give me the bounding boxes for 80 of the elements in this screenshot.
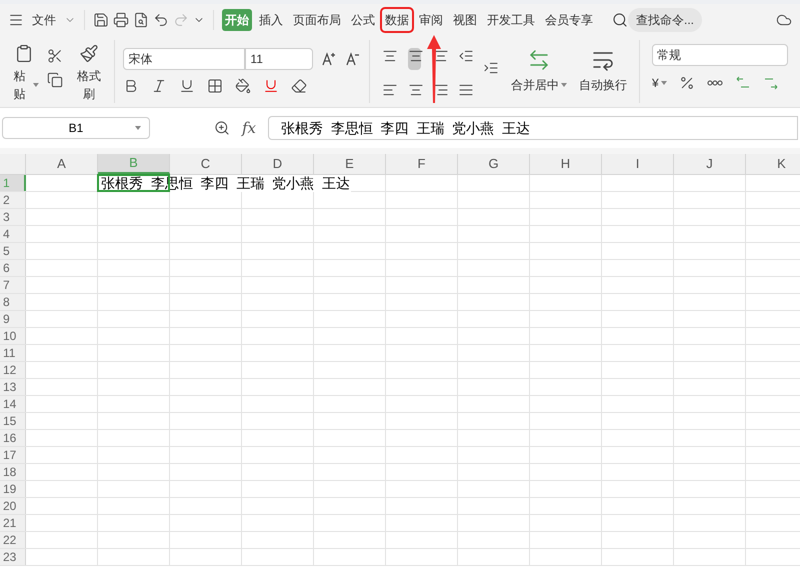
column-header[interactable]: J <box>674 154 746 174</box>
column-header[interactable]: H <box>530 154 602 174</box>
file-menu[interactable]: 文件 <box>28 11 60 29</box>
merge-center-button[interactable]: 合并居中 <box>511 76 559 94</box>
font-color-icon[interactable] <box>263 78 280 94</box>
row-header[interactable]: 15 <box>0 413 26 429</box>
column-header[interactable]: D <box>242 154 314 174</box>
font-size-select[interactable]: 11 <box>245 48 314 70</box>
borders-icon[interactable] <box>207 78 224 94</box>
align-top-icon[interactable] <box>382 48 398 64</box>
caret-icon[interactable] <box>561 83 567 87</box>
thousands-icon <box>706 80 723 86</box>
eraser-icon[interactable] <box>291 78 308 94</box>
column-header[interactable]: K <box>746 154 800 174</box>
caret-icon[interactable] <box>135 126 141 130</box>
row-header[interactable]: 5 <box>0 243 26 259</box>
align-middle-icon[interactable] <box>408 48 424 64</box>
ribbon-tab[interactable]: 会员专享 <box>542 9 596 31</box>
column-header[interactable]: I <box>602 154 674 174</box>
font-select[interactable]: 宋体 <box>123 48 246 70</box>
ribbon-tab[interactable]: 审阅 <box>416 9 446 31</box>
column-header[interactable]: E <box>314 154 386 174</box>
copy-icon[interactable] <box>47 72 64 88</box>
row-header[interactable]: 18 <box>0 464 26 480</box>
fx-label: fx <box>242 118 256 139</box>
ribbon-tab[interactable]: 插入 <box>256 9 286 31</box>
formula-field[interactable]: 张根秀 李思恒 李四 王瑞 党小燕 王达 <box>268 116 798 140</box>
caret-icon[interactable] <box>660 81 667 85</box>
row-header[interactable]: 12 <box>0 362 26 378</box>
row-header[interactable]: 4 <box>0 226 26 242</box>
ribbon-tab[interactable]: 开发工具 <box>484 9 538 31</box>
number-format-select[interactable]: 常规 <box>652 44 788 66</box>
format-painter-button[interactable]: 格式刷 <box>71 67 106 103</box>
column-header[interactable]: F <box>386 154 458 174</box>
row-header[interactable]: 3 <box>0 209 26 225</box>
cut-icon[interactable] <box>47 48 64 64</box>
search-icon[interactable] <box>612 12 628 28</box>
indent-decrease-icon[interactable] <box>458 48 474 64</box>
annotation-arrow <box>427 35 441 103</box>
column-header[interactable]: C <box>170 154 242 174</box>
row-header[interactable]: 19 <box>0 481 26 497</box>
search-field[interactable]: 查找命令... <box>628 8 702 32</box>
increase-font-icon <box>321 51 338 67</box>
row-header[interactable]: 10 <box>0 328 26 344</box>
ribbon-tab[interactable]: 公式 <box>348 9 378 31</box>
row-header[interactable]: 14 <box>0 396 26 412</box>
zoom-icon[interactable] <box>214 120 230 136</box>
fill-color-icon[interactable] <box>235 78 252 94</box>
print-preview-icon[interactable] <box>133 12 149 28</box>
row-header[interactable]: 17 <box>0 447 26 463</box>
column-header[interactable]: G <box>458 154 530 174</box>
currency-button[interactable]: ¥ <box>652 74 659 92</box>
percent-icon[interactable] <box>678 75 695 91</box>
caret-icon[interactable] <box>33 83 40 87</box>
row-header[interactable]: 6 <box>0 260 26 276</box>
menu-icon[interactable] <box>8 12 24 28</box>
row-header[interactable]: 16 <box>0 430 26 446</box>
undo-icon[interactable] <box>153 12 169 28</box>
row-header[interactable]: 21 <box>0 515 26 531</box>
indent-increase-icon[interactable] <box>483 60 499 76</box>
wrap-text-button[interactable]: 自动换行 <box>579 76 627 94</box>
paste-button[interactable]: 粘贴 <box>8 67 32 103</box>
row-header[interactable]: 22 <box>0 532 26 548</box>
row-header[interactable]: 11 <box>0 345 26 361</box>
name-box[interactable]: B1 <box>2 117 150 139</box>
row-header[interactable]: 13 <box>0 379 26 395</box>
row-header[interactable]: 7 <box>0 277 26 293</box>
ribbon-tab[interactable]: 视图 <box>450 9 480 31</box>
row-header[interactable]: 23 <box>0 549 26 565</box>
cloud-icon[interactable] <box>776 12 792 28</box>
ribbon-tab[interactable]: 数据 <box>382 9 412 31</box>
row-header[interactable]: 2 <box>0 192 26 208</box>
save-icon[interactable] <box>93 12 109 28</box>
ribbon-tab[interactable]: 页面布局 <box>290 9 344 31</box>
underline-icon[interactable] <box>179 78 196 94</box>
print-icon[interactable] <box>113 12 129 28</box>
decrease-font-icon <box>345 51 362 67</box>
row-header[interactable]: 9 <box>0 311 26 327</box>
row-header[interactable]: 20 <box>0 498 26 514</box>
row-header[interactable]: 8 <box>0 294 26 310</box>
